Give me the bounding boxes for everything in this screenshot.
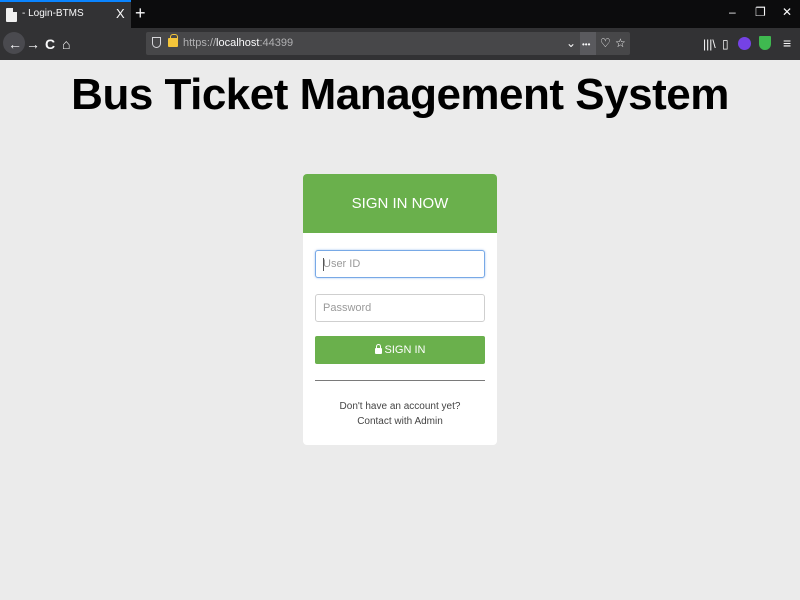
no-account-text: Don't have an account yet? (339, 401, 461, 412)
password-input[interactable] (315, 294, 485, 322)
lock-icon (374, 344, 382, 354)
browser-tab[interactable]: - Login-BTMS X (0, 0, 131, 28)
tab-title: - Login-BTMS (22, 8, 84, 19)
page-title: Bus Ticket Management System (71, 70, 729, 119)
text-caret (323, 258, 324, 271)
sign-in-button[interactable]: SIGN IN (315, 336, 485, 364)
hamburger-menu-icon[interactable]: ≡ (783, 34, 791, 52)
login-card: SIGN IN NOW SIGN IN Don't have an accoun… (303, 174, 497, 445)
forward-button[interactable]: → (26, 35, 40, 53)
home-button[interactable]: ⌂ (62, 35, 70, 53)
address-bar[interactable]: https://localhost:44399 ⌄ ••• ♡ ☆ (146, 32, 630, 55)
restore-button[interactable]: ❐ (755, 4, 766, 20)
more-actions-icon: ••• (582, 40, 591, 49)
minimize-button[interactable]: – (729, 4, 736, 20)
sidebar-icon[interactable]: ▯ (722, 35, 729, 53)
site-security-lock-icon[interactable] (168, 34, 178, 47)
divider (315, 380, 485, 381)
extension-shield-icon[interactable] (759, 36, 771, 50)
back-arrow-icon: ← (8, 36, 22, 52)
library-icon[interactable]: |||\ (703, 35, 716, 53)
url-text[interactable]: https://localhost:44399 (183, 37, 293, 49)
tab-close-button[interactable]: X (116, 6, 125, 22)
login-card-header: SIGN IN NOW (303, 174, 497, 233)
navigation-toolbar: ← → C ⌂ https://localhost:44399 ⌄ ••• ♡ … (0, 28, 800, 60)
account-avatar-icon[interactable] (738, 37, 751, 50)
user-id-input[interactable] (315, 250, 485, 278)
window-close-button[interactable]: ✕ (782, 4, 792, 20)
contact-admin-text: Contact with Admin (357, 416, 443, 427)
tracking-protection-icon[interactable] (152, 37, 161, 48)
bookmark-star-icon[interactable]: ☆ (615, 35, 626, 51)
page-favicon-icon (6, 8, 17, 22)
url-dropdown-icon[interactable]: ⌄ (566, 35, 576, 51)
tab-strip: - Login-BTMS X + – ❐ ✕ (0, 0, 800, 28)
sign-in-label: SIGN IN (384, 344, 426, 356)
login-card-heading: SIGN IN NOW (351, 195, 449, 212)
reload-button[interactable]: C (45, 35, 55, 53)
new-tab-button[interactable]: + (135, 2, 146, 24)
pocket-icon[interactable]: ♡ (600, 35, 611, 51)
